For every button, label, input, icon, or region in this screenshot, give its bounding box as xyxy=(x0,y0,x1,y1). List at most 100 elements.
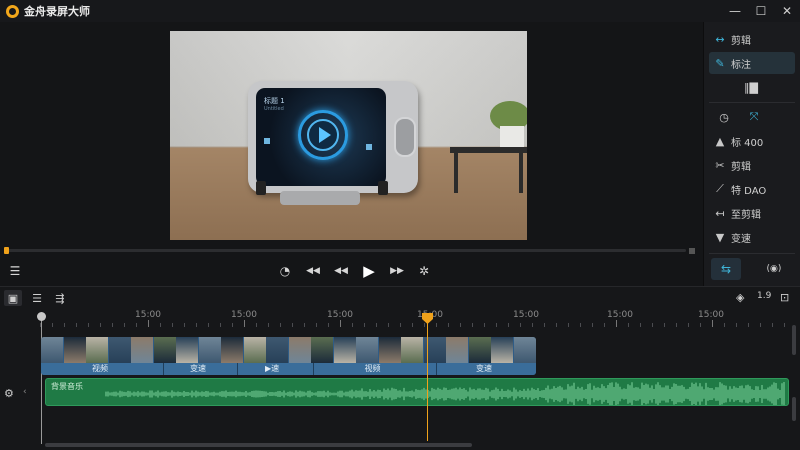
screen-play-icon xyxy=(298,110,348,160)
ruler-tick xyxy=(772,323,773,327)
tool-speed[interactable]: ▼ 变速 xyxy=(709,226,795,248)
swap-button[interactable]: ⇆ xyxy=(711,258,741,280)
start-marker-line xyxy=(41,316,42,444)
tool-label: 剪辑 xyxy=(731,161,751,173)
timeline-split-tool[interactable]: ⇶ xyxy=(51,290,69,306)
time-ruler[interactable]: 15:0015:0015:0015:0015:0015:0015:00 xyxy=(40,309,790,327)
previous-frame-button[interactable]: ◀◀ xyxy=(330,260,352,282)
maximize-button[interactable]: ☐ xyxy=(748,0,774,22)
ruler-label: 15:00 xyxy=(513,310,539,320)
video-thumbnail xyxy=(491,337,513,363)
ruler-tick xyxy=(328,323,329,327)
split-icon[interactable]: ‖▇ xyxy=(736,76,766,98)
video-thumbnail xyxy=(311,337,333,363)
funnel-icon: ▼ xyxy=(715,230,725,244)
crop-icon[interactable]: ⤧ xyxy=(739,106,769,128)
seek-end-marker xyxy=(689,248,695,254)
ruler-tick xyxy=(292,323,293,327)
ruler-tick xyxy=(52,323,53,327)
ruler-tick xyxy=(184,323,185,327)
ruler-tick xyxy=(568,323,569,327)
ruler-tick xyxy=(340,320,341,327)
tool-label: 标 400 xyxy=(731,137,764,149)
video-track[interactable]: 视频 变速 ▶速 视频 变速 xyxy=(41,337,536,375)
ruler-tick xyxy=(412,323,413,327)
ruler-tick xyxy=(664,323,665,327)
collapse-icon[interactable]: ‹ xyxy=(23,387,27,397)
tool-effect[interactable]: ⟋ 特 DAO xyxy=(709,178,795,200)
clip-divider xyxy=(237,363,238,375)
tool-cut[interactable]: ↔ 剪辑 xyxy=(709,28,795,50)
ruler-tick xyxy=(124,323,125,327)
vertical-scrollbar[interactable] xyxy=(792,397,796,421)
audio-waveform xyxy=(105,382,785,405)
screen-subtitle: Untitled xyxy=(264,106,284,112)
shelf-leg xyxy=(454,153,458,193)
ruler-tick xyxy=(364,323,365,327)
ruler-tick xyxy=(232,323,233,327)
timeline-select-tool[interactable]: ▣ xyxy=(4,290,22,306)
video-preview[interactable]: 标题 1 Untitled xyxy=(170,31,527,240)
ruler-tick xyxy=(244,320,245,327)
seek-bar[interactable] xyxy=(6,249,686,252)
ruler-tick xyxy=(100,323,101,327)
video-thumbnail xyxy=(401,337,423,363)
video-thumbnail xyxy=(468,337,491,363)
clip-label: 变速 xyxy=(190,364,206,373)
timer-icon[interactable]: ◔ xyxy=(276,260,294,282)
rewind-button[interactable]: ◀◀ xyxy=(302,260,324,282)
panel-divider xyxy=(709,102,795,103)
ruler-tick xyxy=(508,323,509,327)
triangle-icon: ▲ xyxy=(715,134,725,148)
seek-handle[interactable] xyxy=(4,247,9,254)
ruler-tick xyxy=(256,323,257,327)
clip-label: 视频 xyxy=(364,364,381,373)
scissors-icon: ✂ xyxy=(715,158,725,172)
tool-scissors[interactable]: ✂ 剪辑 xyxy=(709,154,795,176)
timeline-list-tool[interactable]: ☰ xyxy=(28,290,46,306)
video-thumbnail xyxy=(288,337,311,363)
tool-annotate[interactable]: ✎ 标注 xyxy=(709,52,795,74)
ruler-tick xyxy=(496,323,497,327)
audio-track[interactable]: 背景音乐 xyxy=(45,378,789,406)
ruler-tick xyxy=(436,323,437,327)
device-foot xyxy=(378,181,388,195)
playback-settings-icon[interactable]: ✲ xyxy=(414,260,434,282)
device-stand xyxy=(280,191,360,205)
horizontal-scrollbar[interactable] xyxy=(45,443,472,447)
gear-icon[interactable]: ⚙ xyxy=(4,387,20,401)
record-icon[interactable]: (◉) xyxy=(759,258,789,280)
zoom-icon[interactable]: ◈ xyxy=(736,291,744,304)
fit-icon[interactable]: ⊡ xyxy=(780,291,789,304)
clip-divider xyxy=(163,363,164,375)
ruler-tick xyxy=(676,323,677,327)
ruler-tick xyxy=(160,323,161,327)
close-button[interactable]: ✕ xyxy=(774,0,800,22)
tool-label: 变速 xyxy=(731,233,751,245)
ruler-tick xyxy=(784,323,785,327)
next-frame-button[interactable]: ▶▶ xyxy=(386,260,408,282)
video-thumbnail xyxy=(131,337,153,363)
start-marker[interactable] xyxy=(37,312,46,321)
video-thumbnail xyxy=(356,337,378,363)
ruler-tick xyxy=(352,323,353,327)
screen-title: 标题 1 xyxy=(264,97,285,105)
tool-trim[interactable]: ↤ 至剪辑 xyxy=(709,202,795,224)
subtitle-list-icon[interactable]: ☰ xyxy=(6,260,24,282)
resize-icon: ↔ xyxy=(715,32,725,46)
ruler-tick xyxy=(760,323,761,327)
tool-volume[interactable]: ▲ 标 400 xyxy=(709,130,795,152)
ruler-tick xyxy=(388,323,389,327)
video-thumbnail xyxy=(41,337,63,363)
play-button[interactable]: ▶ xyxy=(358,260,380,282)
timeline: ▣ ☰ ⇶ ◈ 1.9 ⊡ 15:00 15:00 15:00 15:00 15:00 1… xyxy=(0,286,800,450)
ruler-label: 15:00 xyxy=(698,310,724,320)
clock-icon[interactable]: ◷ xyxy=(709,106,739,128)
ruler-tick xyxy=(304,323,305,327)
video-thumbnail xyxy=(243,337,266,363)
video-thumbnail xyxy=(176,337,198,363)
shelf xyxy=(450,147,527,153)
video-thumbnail xyxy=(446,337,468,363)
vertical-scrollbar[interactable] xyxy=(792,325,796,355)
minimize-button[interactable]: — xyxy=(722,0,748,22)
